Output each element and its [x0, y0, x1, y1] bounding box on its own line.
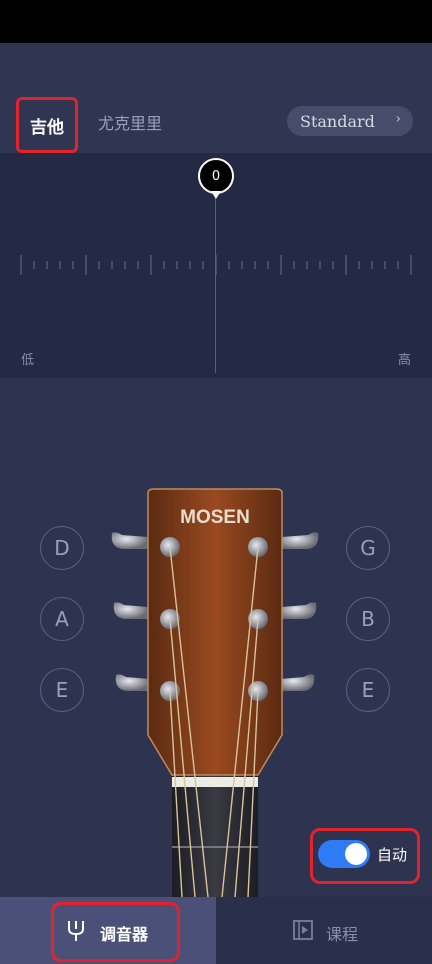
- tuning-needle: [215, 195, 216, 373]
- string-button-e-low[interactable]: E: [40, 668, 84, 712]
- status-bar: [0, 0, 432, 43]
- string-label: A: [55, 607, 69, 631]
- string-button-a[interactable]: A: [40, 597, 84, 641]
- string-label: G: [360, 536, 376, 560]
- tuning-select-button[interactable]: Standard ›: [287, 106, 413, 136]
- low-label: 低: [21, 353, 35, 368]
- chevron-right-icon: ›: [395, 111, 401, 127]
- string-button-e-high[interactable]: E: [346, 668, 390, 712]
- svg-text:MOSEN: MOSEN: [180, 507, 250, 528]
- tab-guitar-label: 吉他: [30, 117, 64, 138]
- auto-toggle-label: 自动: [377, 846, 408, 864]
- nav-tuner-highlight: [51, 902, 180, 962]
- tab-guitar[interactable]: 吉他: [16, 97, 78, 153]
- nav-tab-course[interactable]: 课程: [216, 897, 432, 964]
- pointer-tip-icon: [211, 191, 221, 199]
- nav-course-label: 课程: [326, 925, 359, 944]
- string-button-b[interactable]: B: [346, 597, 390, 641]
- toggle-knob: [345, 843, 367, 865]
- play-course-icon: [293, 920, 313, 940]
- string-label: E: [361, 678, 375, 702]
- guitar-headstock-image: MOSEN: [111, 488, 319, 897]
- tab-ukulele[interactable]: 尤克里里: [98, 110, 162, 134]
- string-label: D: [54, 536, 70, 560]
- pitch-pointer: 0: [198, 158, 234, 194]
- pitch-value: 0: [211, 168, 221, 184]
- string-button-g[interactable]: G: [346, 526, 390, 570]
- string-label: B: [361, 607, 375, 631]
- tuning-scale: [20, 255, 412, 275]
- high-label: 高: [398, 353, 412, 368]
- auto-toggle-switch[interactable]: [318, 840, 370, 868]
- tuning-label: Standard: [300, 111, 375, 131]
- string-label: E: [55, 678, 69, 702]
- string-button-d[interactable]: D: [40, 526, 84, 570]
